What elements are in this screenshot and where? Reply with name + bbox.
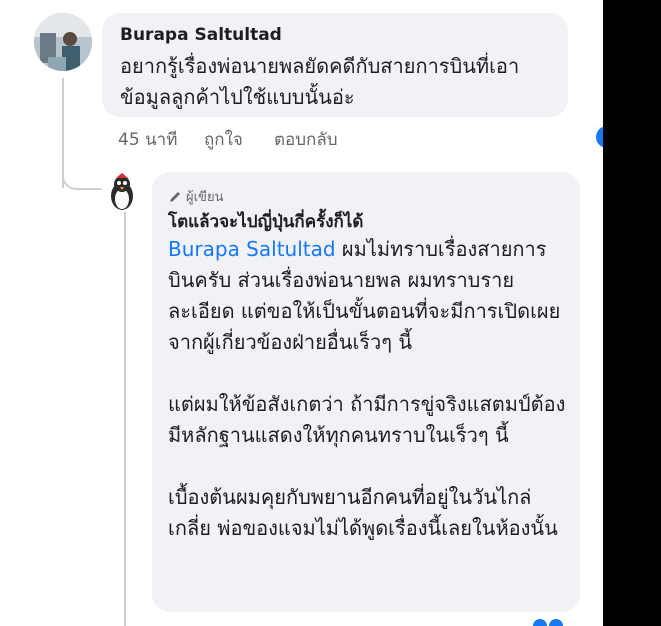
reply-text: Burapa Saltultad ผมไม่ทราบเรื่องสายการบิ…	[168, 234, 572, 544]
like-button[interactable]: ถูกใจ	[204, 126, 243, 153]
comment-thread: Burapa Saltultad อยากรู้เรื่องพ่อนายพลยั…	[0, 0, 603, 626]
comment-author[interactable]: Burapa Saltultad	[120, 25, 282, 45]
reply-paragraph-3: เบื้องต้นผมคุยกับพยานอีกคนที่อยู่ในวันไก…	[168, 485, 558, 540]
reply-connector	[124, 212, 126, 626]
author-badge-label: ผู้เขียน	[186, 190, 224, 205]
comment-text: อยากรู้เรื่องพ่อนายพลยัดคดีกับสายการบินท…	[120, 51, 560, 113]
reply-paragraph-2: แต่ผมให้ข้อสังเกตว่า ถ้ามีการขู่จริงแสตม…	[168, 392, 566, 447]
reply-button[interactable]: ตอบกลับ	[274, 126, 338, 153]
avatar[interactable]	[34, 13, 92, 71]
reply-avatar[interactable]	[102, 172, 142, 212]
reaction-icons-partial	[533, 619, 563, 626]
comment-bubble: Burapa Saltultad อยากรู้เรื่องพ่อนายพลยั…	[102, 13, 568, 117]
comment-timestamp[interactable]: 45 นาที	[118, 126, 177, 153]
thread-connector-curve	[62, 152, 102, 190]
comment-text-line-1: อยากรู้เรื่องพ่อนายพลยัดคดีกับสายการบินท…	[120, 54, 520, 78]
reply-bubble: ผู้เขียน โตแล้วจะไปญี่ปุ่นกี่ครั้งก็ได้ …	[152, 172, 580, 612]
pen-icon	[170, 191, 180, 202]
avatar-photo-icon	[34, 13, 92, 71]
penguin-avatar-icon	[111, 173, 133, 210]
mention-link[interactable]: Burapa Saltultad	[168, 237, 336, 261]
comment-actions: 45 นาที ถูกใจ ตอบกลับ 48	[118, 126, 603, 154]
reply-author[interactable]: โตแล้วจะไปญี่ปุ่นกี่ครั้งก็ได้	[168, 208, 363, 235]
screen-edge	[603, 0, 661, 626]
author-badge: ผู้เขียน	[168, 186, 223, 207]
comment-text-line-2: ข้อมูลลูกค้าไปใช้แบบนั้นอ่ะ	[120, 85, 355, 109]
reply-paragraph-1: Burapa Saltultad ผมไม่ทราบเรื่องสายการบิ…	[168, 234, 572, 358]
